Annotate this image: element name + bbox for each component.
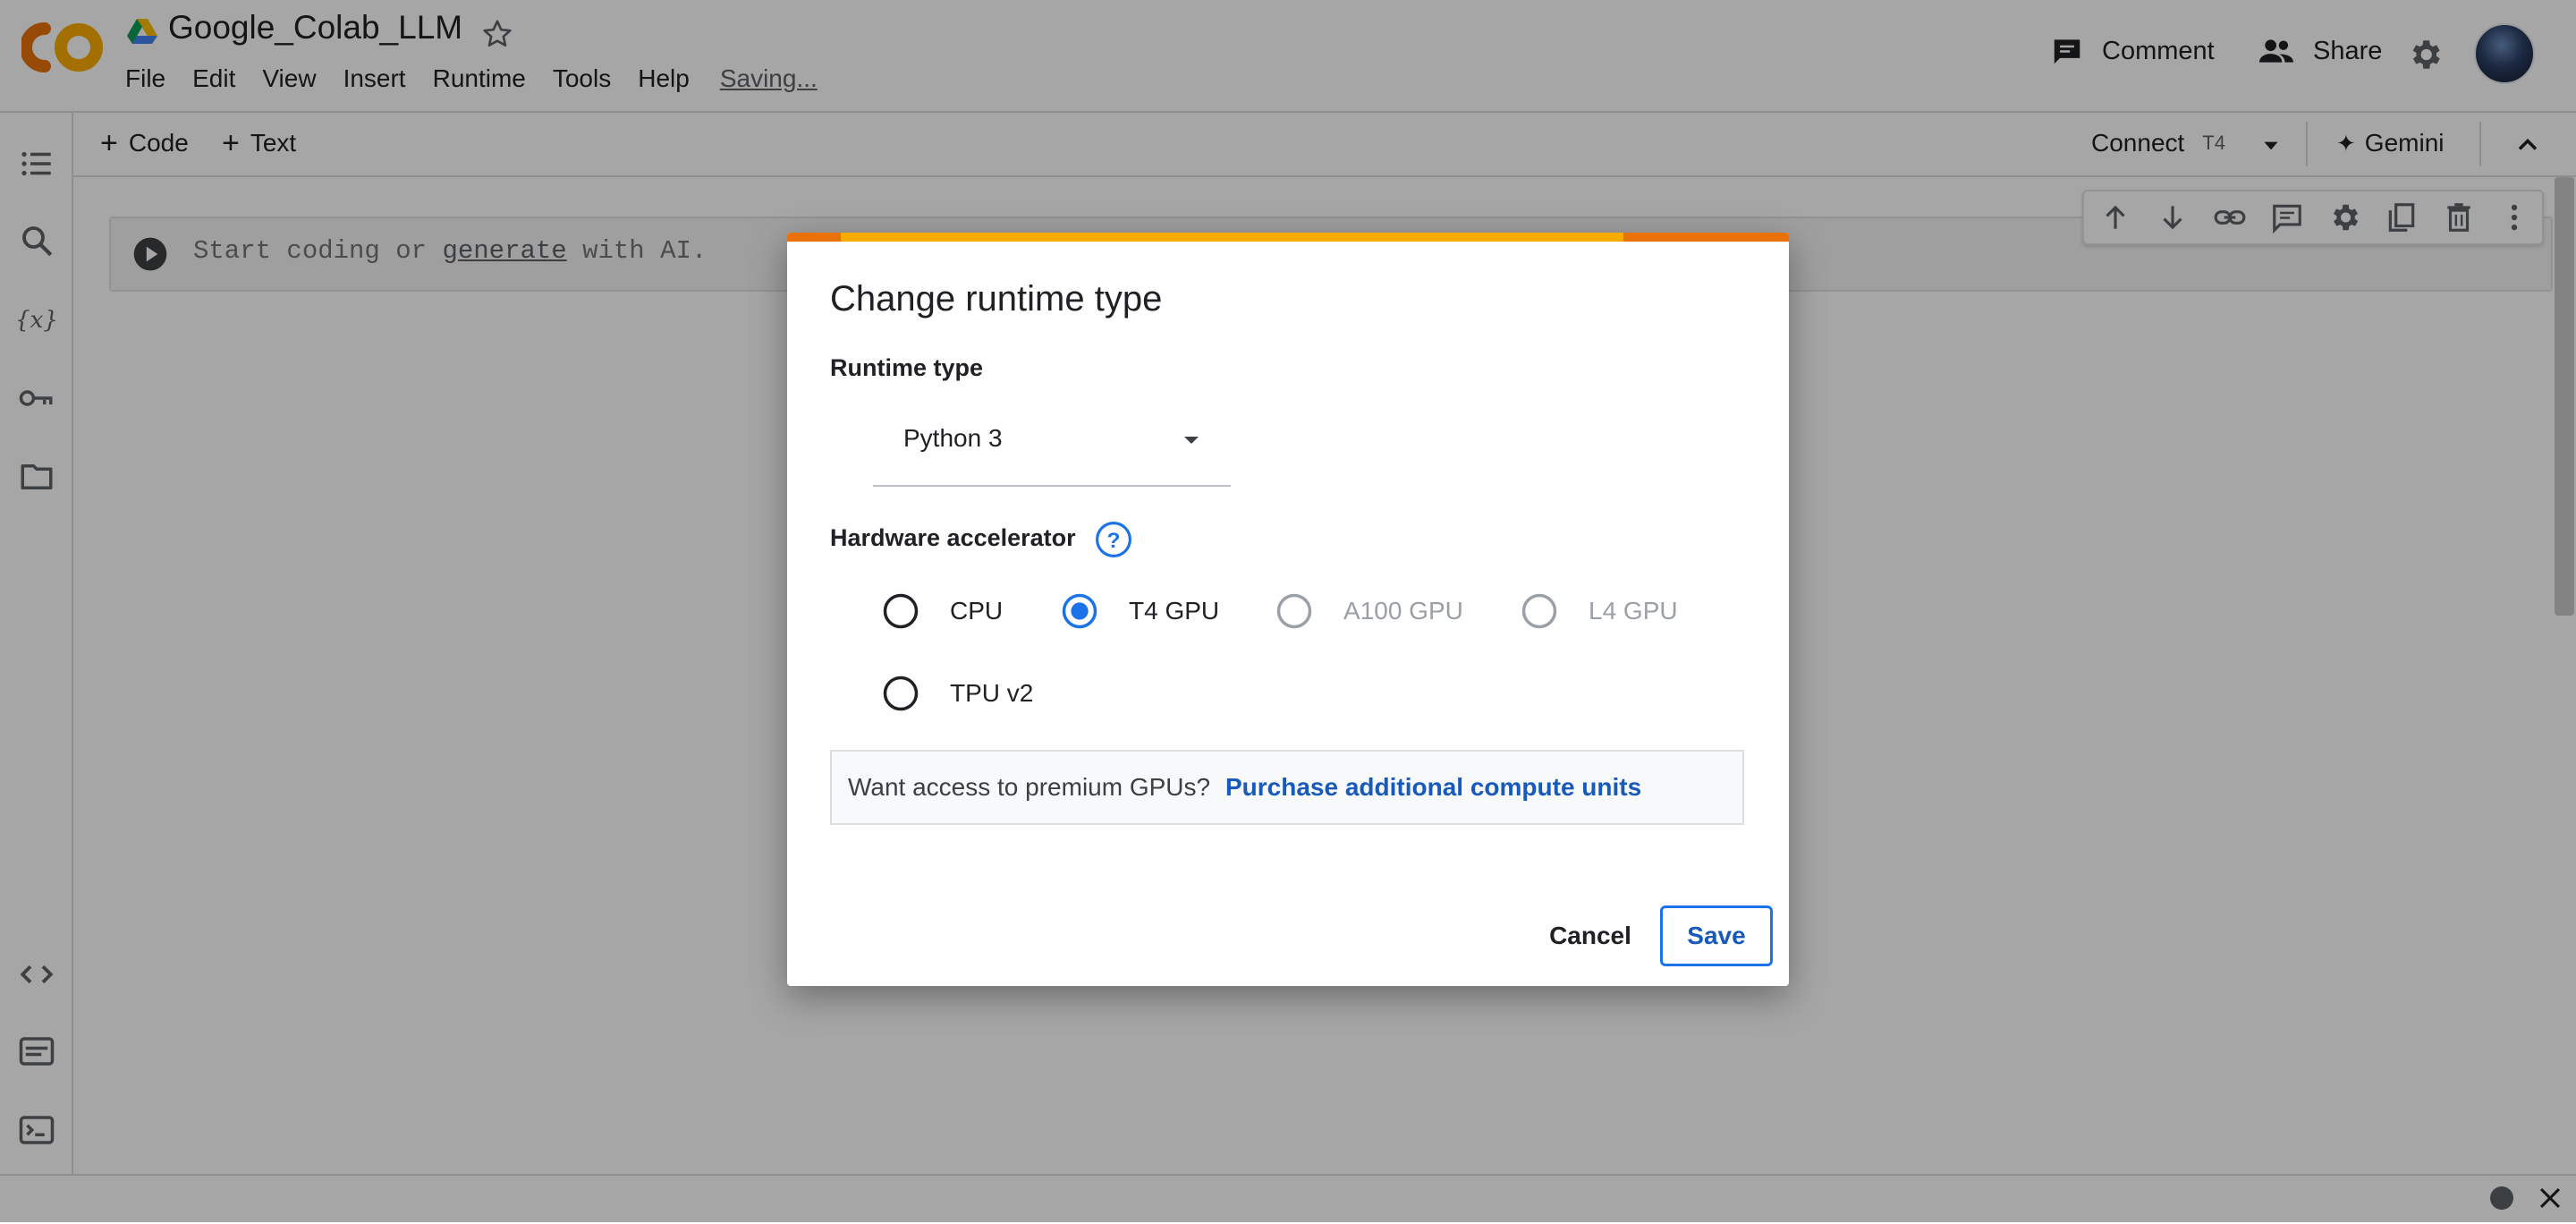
- accelerator-tpu-v2-option[interactable]: TPU v2: [882, 675, 1033, 712]
- radio-label: CPU: [950, 597, 1004, 625]
- radio-unchecked-icon[interactable]: [882, 675, 919, 712]
- radio-label: L4 GPU: [1589, 597, 1678, 625]
- radio-label: A100 GPU: [1343, 597, 1463, 625]
- save-button[interactable]: Save: [1660, 905, 1773, 966]
- dialog-title: Change runtime type: [830, 279, 1163, 319]
- promo-text: Want access to premium GPUs?: [848, 773, 1211, 801]
- purchase-compute-units-link[interactable]: Purchase additional compute units: [1225, 773, 1641, 802]
- radio-unchecked-icon[interactable]: [882, 592, 919, 630]
- radio-disabled-icon: [1275, 592, 1313, 630]
- accelerator-a100-gpu-option: A100 GPU: [1275, 592, 1463, 630]
- dialog-accent-bar-left: [787, 233, 841, 242]
- accelerator-cpu-option[interactable]: CPU: [882, 592, 1003, 630]
- radio-label: T4 GPU: [1129, 597, 1220, 625]
- radio-checked-icon[interactable]: [1061, 592, 1098, 630]
- radio-disabled-icon: [1521, 592, 1558, 630]
- radio-label: TPU v2: [950, 679, 1034, 707]
- accelerator-l4-gpu-option: L4 GPU: [1521, 592, 1678, 630]
- svg-text:?: ?: [1107, 529, 1121, 553]
- runtime-type-value: Python 3: [903, 424, 1003, 452]
- dialog-accent-bar-right: [1623, 233, 1789, 242]
- runtime-type-select[interactable]: Python 3: [873, 408, 1231, 487]
- accelerator-t4-gpu-option[interactable]: T4 GPU: [1061, 592, 1219, 630]
- premium-gpu-promo: Want access to premium GPUs? Purchase ad…: [830, 750, 1744, 825]
- change-runtime-dialog: Change runtime type Runtime type Python …: [787, 233, 1789, 986]
- chevron-down-icon: [1177, 426, 1206, 455]
- runtime-type-label: Runtime type: [830, 354, 984, 381]
- cancel-button[interactable]: Cancel: [1537, 909, 1644, 963]
- hardware-accelerator-label: Hardware accelerator: [830, 524, 1076, 551]
- help-question-icon[interactable]: ?: [1095, 521, 1132, 558]
